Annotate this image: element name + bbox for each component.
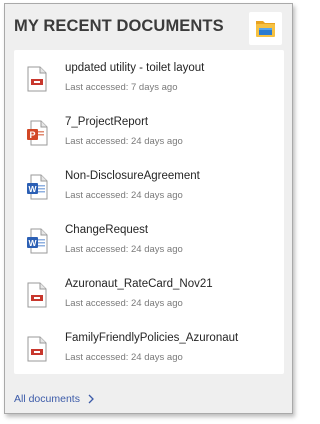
recent-documents-panel: MY RECENT DOCUMENTS updated utility - to… [4,3,293,414]
word-file-icon: W [27,174,48,200]
chevron-right-icon[interactable] [87,394,95,404]
document-item[interactable]: Azuronaut_RateCard_Nov21 Last accessed: … [14,266,284,320]
document-item[interactable]: W ChangeRequest Last accessed: 24 days a… [14,212,284,266]
last-accessed: Last accessed: 24 days ago [65,136,183,147]
last-accessed: Last accessed: 24 days ago [65,298,183,309]
last-accessed: Last accessed: 7 days ago [65,82,178,93]
pdf-file-icon [27,66,47,92]
powerpoint-file-icon: P [27,120,48,146]
panel-title: MY RECENT DOCUMENTS [14,17,224,35]
pdf-file-icon [27,336,47,362]
svg-text:W: W [28,184,37,194]
document-name[interactable]: Azuronaut_RateCard_Nov21 [65,278,213,290]
document-item[interactable]: FamilyFriendlyPolicies_Azuronaut Last ac… [14,320,284,374]
svg-text:W: W [28,238,37,248]
document-name[interactable]: FamilyFriendlyPolicies_Azuronaut [65,332,238,344]
documents-list: updated utility - toilet layout Last acc… [14,50,284,374]
panel-header: MY RECENT DOCUMENTS [5,4,292,48]
word-file-icon: W [27,228,48,254]
svg-text:P: P [29,130,35,140]
document-name[interactable]: ChangeRequest [65,224,148,236]
document-name[interactable]: 7_ProjectReport [65,116,148,128]
document-item[interactable]: updated utility - toilet layout Last acc… [14,50,284,104]
document-item[interactable]: P 7_ProjectReport Last accessed: 24 days… [14,104,284,158]
last-accessed: Last accessed: 24 days ago [65,190,183,201]
file-explorer-folder-icon [256,21,275,37]
last-accessed: Last accessed: 24 days ago [65,352,183,363]
all-documents-link[interactable]: All documents [14,393,80,405]
pdf-file-icon [27,282,47,308]
document-name[interactable]: updated utility - toilet layout [65,62,204,74]
document-item[interactable]: W Non-DisclosureAgreement Last accessed:… [14,158,284,212]
file-explorer-button[interactable] [249,12,282,45]
document-name[interactable]: Non-DisclosureAgreement [65,170,200,182]
last-accessed: Last accessed: 24 days ago [65,244,183,255]
